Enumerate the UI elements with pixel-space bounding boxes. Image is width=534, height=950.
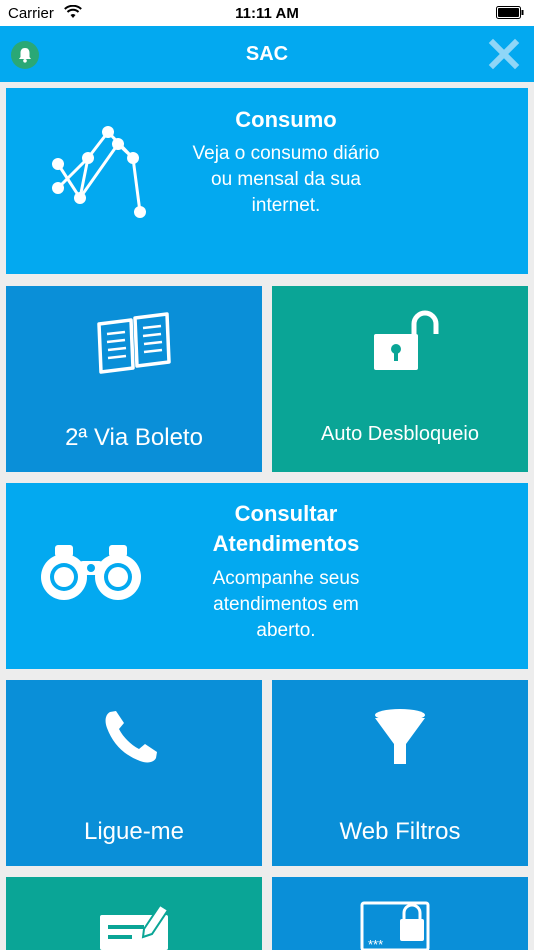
ligue-tile[interactable]: Ligue-me (6, 680, 262, 866)
unlock-icon (374, 310, 439, 370)
clock: 11:11 AM (235, 5, 299, 22)
ligue-label: Ligue-me (83, 818, 185, 845)
filtros-tile[interactable]: Web Filtros (272, 680, 528, 866)
phone-icon (105, 711, 157, 763)
atendimentos-description: Acompanhe seus atendimentos em aberto. (212, 568, 360, 641)
battery-icon (496, 6, 524, 19)
funnel-icon (375, 709, 425, 764)
edit-form-icon (100, 903, 170, 950)
status-bar: Carrier 11:11 AM (0, 0, 534, 26)
password-tile[interactable]: *** (272, 877, 528, 950)
desbloqueio-label: Auto Desbloqueio (321, 423, 479, 445)
page-title: SAC (245, 43, 289, 65)
nav-bar: SAC (0, 26, 534, 82)
close-icon[interactable] (488, 38, 520, 70)
filtros-label: Web Filtros (339, 818, 461, 845)
document-icon (97, 312, 171, 374)
atendimentos-title: Consultar Atendimentos (212, 501, 360, 556)
atendimentos-tile[interactable]: Consultar Atendimentos Acompanhe seus at… (6, 483, 528, 669)
form-tile[interactable] (6, 877, 262, 950)
consumo-tile[interactable]: Consumo Veja o consumo diário ou mensal … (6, 88, 528, 274)
consumo-description: Veja o consumo diário ou mensal da sua i… (192, 143, 380, 216)
network-graph-icon (52, 126, 146, 218)
password-lock-icon: *** (360, 901, 430, 950)
boleto-label: 2ª Via Boleto (65, 424, 203, 451)
desbloqueio-tile[interactable]: Auto Desbloqueio (272, 286, 528, 472)
consumo-title: Consumo (235, 107, 337, 132)
svg-text:***: *** (368, 937, 383, 950)
boleto-tile[interactable]: 2ª Via Boleto (6, 286, 262, 472)
binoculars-icon (41, 545, 141, 600)
